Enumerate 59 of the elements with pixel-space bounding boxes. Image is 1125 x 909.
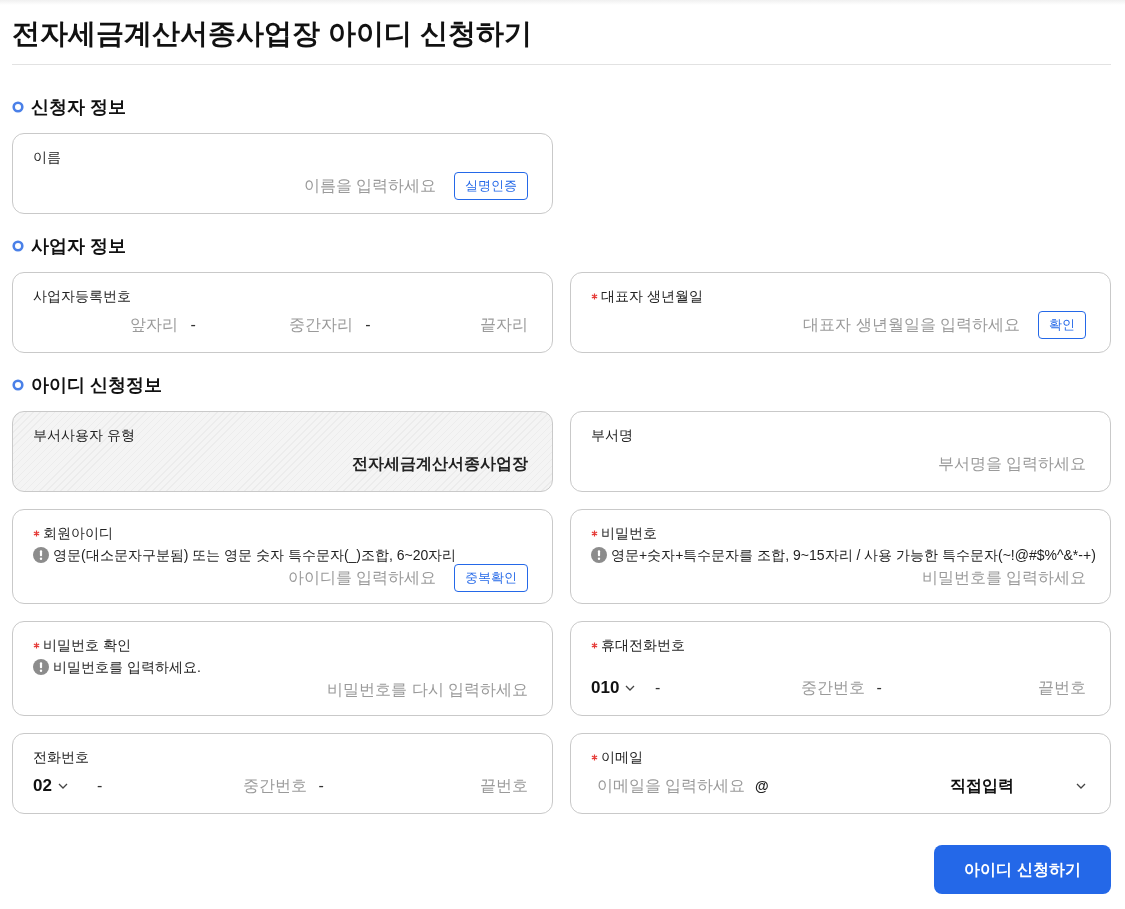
field-value: 전자세금계산서종사업장	[351, 454, 528, 474]
input-field[interactable]: 부서명을 입력하세요	[591, 452, 1086, 476]
field-label: 휴대전화번호	[601, 635, 685, 655]
bullet-icon	[12, 240, 24, 252]
field-label: 부서명	[591, 425, 633, 445]
chevron-down-icon	[625, 685, 636, 691]
at-sign: @	[754, 776, 770, 796]
hint-text: 비밀번호를 입력하세요.	[53, 657, 201, 677]
prefix-select[interactable]: 02	[33, 773, 85, 799]
hint-text: 영문(대소문자구분됨) 또는 영문 숫자 특수문자(_)조합, 6~20자리	[53, 545, 457, 565]
input-field[interactable]: 끝자리	[382, 313, 528, 337]
info-icon	[33, 659, 49, 675]
dash-separator: -	[364, 315, 372, 335]
chevron-down-icon	[1076, 783, 1086, 789]
dash-separator: -	[189, 315, 197, 335]
bullet-icon	[12, 379, 24, 391]
section-heading: 신청자 정보	[31, 95, 126, 119]
field-label: 부서사용자 유형	[33, 425, 135, 445]
hint-text: 영문+숫자+특수문자를 조합, 9~15자리 / 사용 가능한 특수문자(~!@#$%^&*-+)	[611, 545, 1096, 565]
input-field[interactable]: 이름을 입력하세요	[33, 174, 436, 198]
page-title: 전자세금계산서종사업장 아이디 신청하기	[12, 17, 533, 51]
field-label: 비밀번호 확인	[43, 635, 131, 655]
field-label: 사업자등록번호	[33, 286, 131, 306]
input-field[interactable]: 중간번호	[672, 676, 865, 700]
input-field[interactable]: 아이디를 입력하세요	[33, 566, 436, 590]
input-field[interactable]: 끝번호	[893, 676, 1086, 700]
input-field[interactable]: 비밀번호를 다시 입력하세요	[33, 678, 528, 702]
text-field[interactable]: 비밀번호 영문+숫자+특수문자를 조합, 9~15자리 / 사용 가능한 특수문자(~!@#$%^&*-+) 비밀번호를 입력하세요	[570, 509, 1111, 604]
info-icon	[591, 547, 607, 563]
text-field[interactable]: 비밀번호 확인 비밀번호를 입력하세요. 비밀번호를 다시 입력하세요	[12, 621, 553, 716]
field-label: 대표자 생년월일	[601, 286, 703, 306]
section-heading: 아이디 신청정보	[31, 373, 162, 397]
verify-button[interactable]: 확인	[1038, 311, 1086, 339]
bullet-icon	[12, 101, 24, 113]
verify-button[interactable]: 실명인증	[454, 172, 528, 200]
domain-select[interactable]: 직접입력	[950, 774, 1086, 798]
chevron-down-icon	[57, 783, 68, 789]
dash-separator: -	[654, 678, 662, 698]
section-heading: 사업자 정보	[31, 234, 126, 258]
dash-separator: -	[875, 678, 883, 698]
input-field[interactable]: 중간번호	[114, 774, 307, 798]
input-field[interactable]: 끝번호	[335, 774, 528, 798]
input-field[interactable]: 이메일을 입력하세요	[591, 774, 747, 798]
verify-button[interactable]: 중복확인	[454, 564, 528, 592]
input-field[interactable]: 대표자 생년월일을 입력하세요	[591, 313, 1020, 337]
field-label: 이름	[33, 147, 61, 167]
field-label: 이메일	[601, 747, 643, 767]
prefix-select[interactable]: 010	[591, 675, 643, 701]
input-field[interactable]: 비밀번호를 입력하세요	[591, 566, 1086, 590]
field-label: 회원아이디	[43, 523, 113, 543]
text-field[interactable]: 부서명 부서명을 입력하세요	[570, 411, 1111, 492]
dash-separator: -	[96, 776, 104, 796]
input-field[interactable]: 중간자리	[207, 313, 354, 337]
info-icon	[33, 547, 49, 563]
field-label: 전화번호	[33, 747, 89, 767]
input-field[interactable]: 앞자리	[33, 313, 179, 337]
submit-button[interactable]: 아이디 신청하기	[934, 845, 1111, 894]
field-label: 비밀번호	[601, 523, 657, 543]
dash-separator: -	[317, 776, 325, 796]
